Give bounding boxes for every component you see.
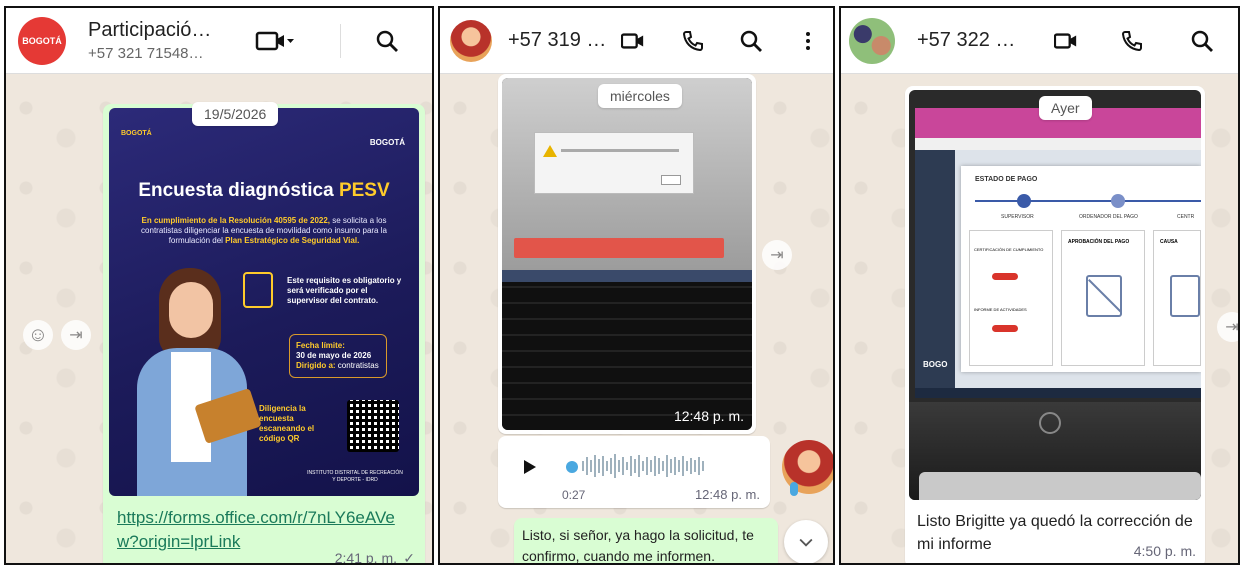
forward-icon[interactable]: ⇥ (1217, 312, 1238, 342)
contact-phone: +57 322 … (917, 29, 1016, 51)
emoji-react-icon[interactable]: ☺ (23, 320, 53, 350)
survey-poster-image[interactable]: BOGOTÁ BOGOTÁ Encuesta diagnóstica PESV … (109, 108, 419, 496)
chevron-down-icon (799, 538, 813, 547)
phone-call-icon[interactable] (1119, 28, 1145, 54)
payment-modal-title: ESTADO DE PAGO (975, 176, 1038, 183)
contact-title[interactable]: Participació… +57 321 71548… (88, 19, 211, 62)
chat-header: +57 319 … (440, 8, 833, 74)
contact-avatar[interactable]: BOGOTÁ (18, 16, 66, 65)
chat-panel-319: +57 319 … 12:48 p. m. miércoles ⇥ 0:27 1… (438, 6, 835, 565)
chat-panel-participacion: BOGOTÁ Participació… +57 321 71548… BOGO… (4, 6, 434, 565)
date-pill: miércoles (598, 84, 682, 108)
poster-qr-caption: Diligencia la encuesta escaneando el cód… (259, 404, 315, 443)
more-options-icon[interactable] (795, 28, 821, 54)
voice-waveform (582, 454, 762, 482)
poster-person-illustration (129, 268, 262, 496)
screen-logo: BOGO (923, 360, 948, 369)
poster-deadline-value: 30 de mayo de 2026 (296, 351, 372, 360)
item-informe: INFORME DE ACTIVIDADES (974, 307, 1027, 312)
playback-scrubber[interactable] (566, 461, 578, 473)
chat-header: BOGOTÁ Participació… +57 321 71548… (6, 8, 432, 74)
phone-call-icon[interactable] (680, 28, 706, 54)
contact-title[interactable]: +57 322 … (917, 29, 1015, 52)
poster-audience-label: Dirigido a: (296, 361, 336, 370)
voice-duration: 0:27 (562, 488, 586, 502)
contact-name: Participació… (88, 19, 212, 41)
error-dialog (534, 132, 694, 194)
poster-requirement: Este requisito es obligatorio y será ver… (243, 268, 403, 318)
video-call-icon[interactable] (252, 28, 298, 54)
forward-icon[interactable]: ⇥ (61, 320, 91, 350)
poster-body-resolution: En cumplimiento de la Resolución 40595 d… (141, 216, 331, 225)
scroll-to-bottom-button[interactable] (784, 520, 828, 563)
voice-message-bubble[interactable]: 0:27 12:48 p. m. (498, 436, 770, 508)
forward-icon[interactable]: ⇥ (762, 240, 792, 270)
contact-title[interactable]: +57 319 … (508, 29, 606, 52)
item-certificacion: CERTIFICACIÓN DE CUMPLIMIENTO (974, 247, 1044, 252)
contact-phone: +57 319 … (508, 29, 607, 51)
outgoing-message[interactable]: Listo, si señor, ya hago la solicitud, t… (514, 518, 778, 564)
step-centr: CENTR (1177, 214, 1195, 220)
header-divider (340, 24, 341, 58)
search-icon[interactable] (374, 28, 400, 54)
photo-of-laptop-payment-status[interactable]: ESTADO DE PAGO SUPERVISOR ORDENADOR DEL … (909, 90, 1201, 500)
box-causa: CAUSA (1160, 239, 1178, 245)
voice-time: 12:48 p. m. (694, 487, 760, 502)
hp-logo-icon (1039, 412, 1061, 434)
contact-avatar[interactable] (849, 17, 895, 64)
step-supervisor: SUPERVISOR (1001, 214, 1034, 220)
video-call-icon[interactable] (1053, 28, 1079, 54)
photo-time: 12:48 p. m. (673, 408, 744, 424)
photo-of-screen-error[interactable]: 12:48 p. m. (502, 78, 752, 430)
poster-institute: INSTITUTO DISTRITAL DE RECREACIÓN Y DEPO… (307, 470, 403, 483)
laptop-screen: ESTADO DE PAGO SUPERVISOR ORDENADOR DEL … (915, 138, 1201, 388)
screen-taskbar (915, 388, 1201, 398)
laptop-bezel (909, 402, 1201, 500)
message-text: Listo, si señor, ya hago la solicitud, t… (522, 527, 754, 564)
contact-phone: +57 321 71548… (88, 45, 204, 62)
search-icon[interactable] (738, 28, 764, 54)
poster-body-plan: Plan Estratégico de Seguridad Vial. (225, 236, 360, 245)
chat-header: +57 322 … (841, 8, 1238, 74)
search-icon[interactable] (1189, 28, 1215, 54)
box-aprobacion: APROBACIÓN DEL PAGO (1068, 239, 1130, 245)
poster-logo-right: BOGOTÁ (369, 138, 405, 147)
payment-status-modal: ESTADO DE PAGO SUPERVISOR ORDENADOR DEL … (961, 166, 1201, 372)
video-call-icon[interactable] (620, 28, 646, 54)
poster-title-accent: PESV (338, 180, 390, 201)
qr-code-image (347, 400, 399, 452)
date-pill: 19/5/2026 (192, 102, 279, 126)
play-icon[interactable] (524, 460, 536, 474)
microphone-icon (790, 482, 798, 496)
contact-avatar[interactable] (450, 19, 492, 62)
message-time: 4:50 p. m. (1133, 543, 1196, 559)
survey-link[interactable]: https://forms.office.com/r/7nLY6eAVew?or… (117, 506, 407, 554)
poster-logo-left: BOGOTÁ (121, 130, 152, 137)
poster-body: En cumplimiento de la Resolución 40595 d… (131, 216, 397, 246)
chat-panel-322: +57 322 … ESTADO DE PAGO SUPERVISOR ORDE… (839, 6, 1240, 565)
error-banner (514, 238, 724, 258)
poster-deadline-box: Fecha límite: 30 de mayo de 2026 Dirigid… (289, 334, 387, 378)
step-ordenador: ORDENADOR DEL PAGO (1079, 214, 1138, 220)
message-time: 2:41 p. m. (334, 550, 397, 565)
avatar-logo-text: BOGOTÁ (22, 35, 62, 46)
read-check-icon: ✓ (403, 550, 415, 565)
poster-audience-value: contratistas (337, 361, 379, 370)
date-pill: Ayer (1039, 96, 1092, 120)
poster-deadline-label: Fecha límite: (296, 341, 345, 350)
poster-title-main: Encuesta diagnóstica (138, 180, 334, 201)
poster-requirement-text: Este requisito es obligatorio y será ver… (287, 276, 402, 305)
poster-title: Encuesta diagnóstica PESV (109, 180, 419, 202)
link-message[interactable]: https://forms.office.com/r/7nLY6eAVew?or… (107, 498, 421, 565)
